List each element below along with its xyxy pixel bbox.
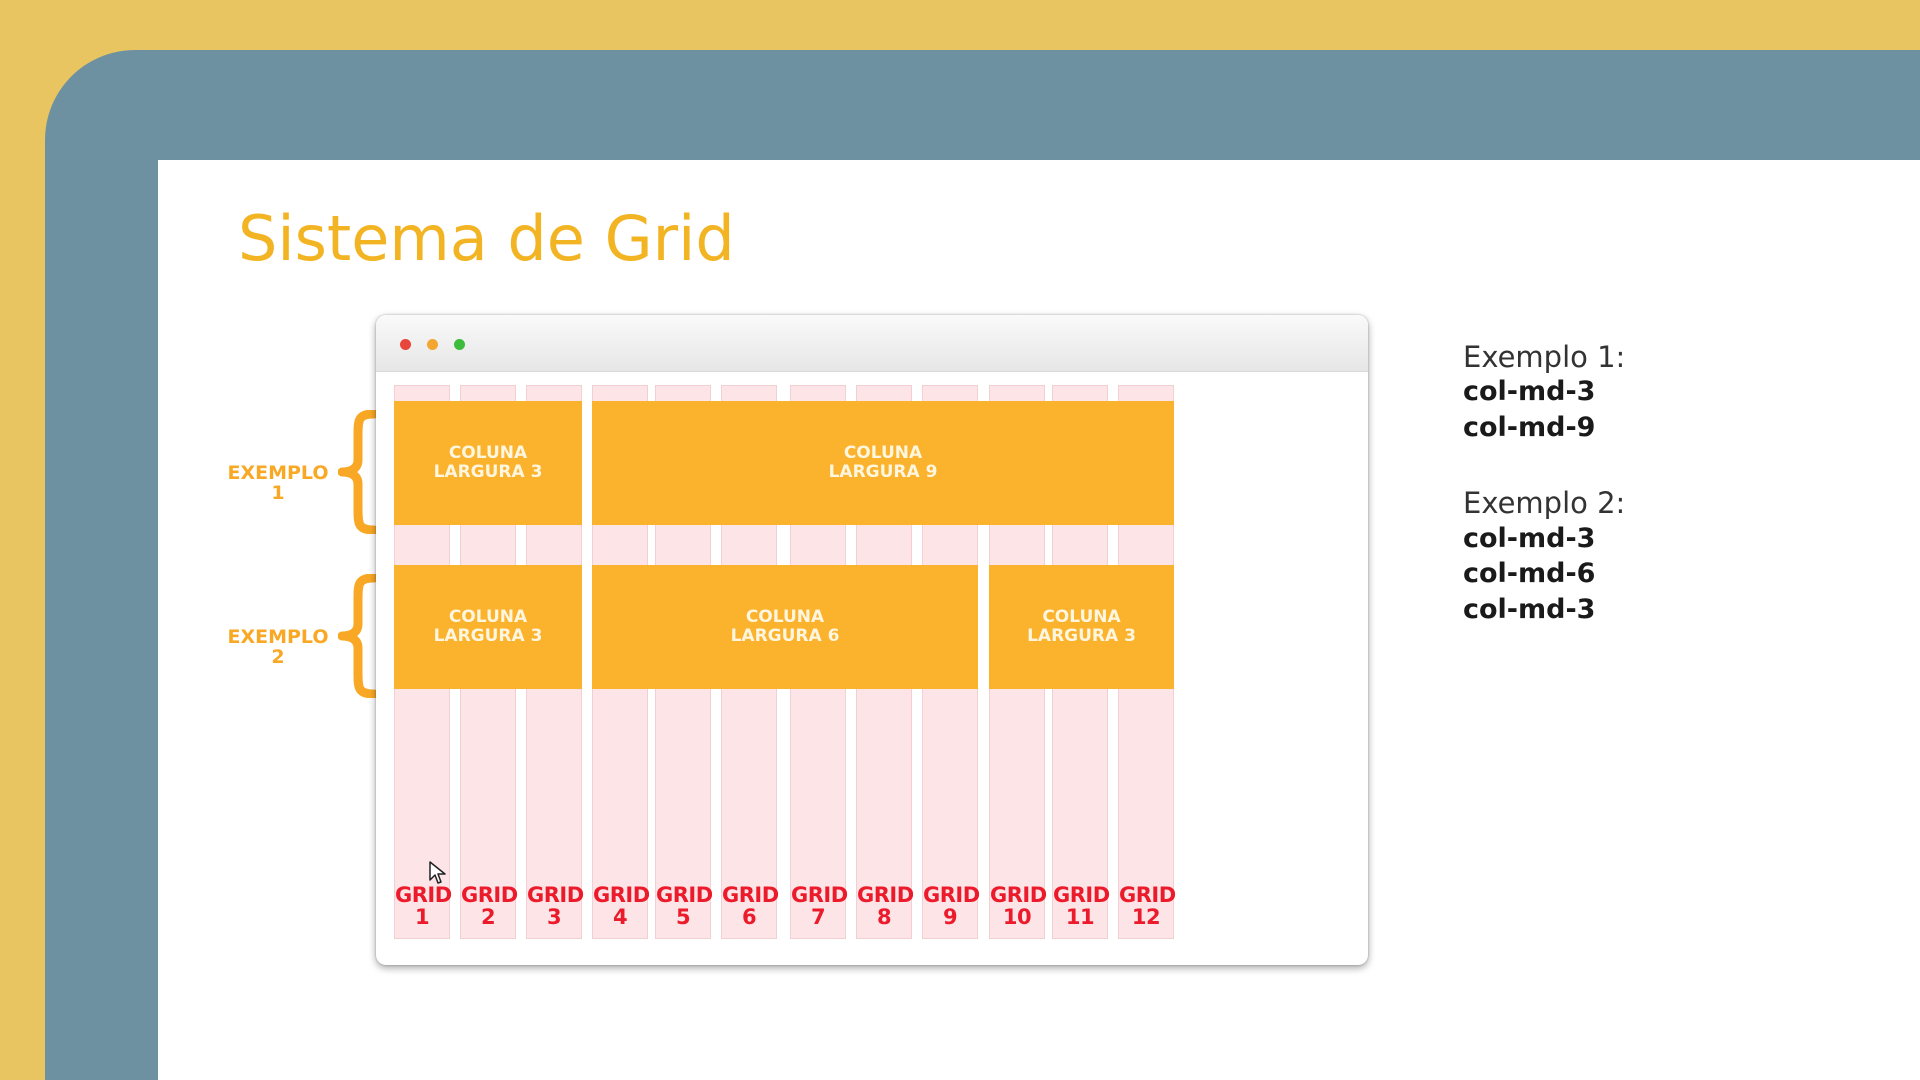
grid-column-label-text: GRID	[857, 883, 914, 907]
example-1-code-2: col-md-9	[1463, 412, 1596, 443]
grid-column-number: 8	[876, 905, 892, 929]
grid-column-number: 4	[612, 905, 628, 929]
grid-column-label-text: GRID	[527, 883, 584, 907]
example-2-brace-icon	[338, 574, 378, 698]
column-block-label-line2: LARGURA 3	[433, 626, 543, 646]
mouse-pointer-icon	[429, 861, 446, 884]
grid-column-number: 6	[741, 905, 757, 929]
grid-column-label: GRID 12	[1119, 883, 1176, 929]
example-2-label-line1: EXEMPLO	[227, 626, 329, 648]
grid-column-number: 3	[546, 905, 562, 929]
column-block-label-line1: COLUNA	[843, 443, 923, 463]
grid-column-label-text: GRID	[656, 883, 713, 907]
grid-column-label: GRID 8	[857, 883, 914, 929]
grid-column-label-text: GRID	[1119, 883, 1176, 907]
grid-column-number: 7	[810, 905, 826, 929]
column-block-label-line1: COLUNA	[745, 607, 825, 627]
grid-column-number: 11	[1065, 905, 1095, 929]
grid-column-label: GRID 4	[593, 883, 650, 929]
grid-column-label: GRID 7	[791, 883, 848, 929]
grid-area: GRID 1 GRID 2 GRID 3 GRID 4 GRID 5 GRID 6 GRID 7 GRID 8…	[376, 371, 1368, 965]
minimize-dot-icon	[427, 339, 438, 350]
column-block-label: COLUNA LARGURA 3	[1027, 608, 1136, 646]
grid-column-number: 9	[942, 905, 958, 929]
example-2-column-block: COLUNA LARGURA 6	[592, 565, 978, 689]
grid-column-number: 1	[414, 905, 430, 929]
grid-column-label: GRID 9	[923, 883, 980, 929]
example-2-column-block: COLUNA LARGURA 3	[394, 565, 582, 689]
grid-column-number: 10	[1002, 905, 1032, 929]
slide: Sistema de Grid EXEMPLO 1 EXEMPLO 2 GRID…	[158, 160, 1920, 1080]
slide-title: Sistema de Grid	[238, 202, 735, 275]
grid-column-label-text: GRID	[722, 883, 779, 907]
browser-window-mockup: GRID 1 GRID 2 GRID 3 GRID 4 GRID 5 GRID 6 GRID 7 GRID 8…	[376, 315, 1368, 965]
column-block-label-line1: COLUNA	[448, 607, 528, 627]
grid-column-label-text: GRID	[923, 883, 980, 907]
example-1-column-block: COLUNA LARGURA 9	[592, 401, 1174, 525]
maximize-dot-icon	[454, 339, 465, 350]
grid-column-number: 2	[480, 905, 496, 929]
grid-column-label-text: GRID	[395, 883, 452, 907]
grid-column-label: GRID 3	[527, 883, 584, 929]
column-block-label-line1: COLUNA	[448, 443, 528, 463]
grid-column-label: GRID 5	[656, 883, 713, 929]
grid-column-number: 5	[675, 905, 691, 929]
example-1-heading: Exemplo 1:	[1463, 340, 1626, 374]
grid-column-label: GRID 1	[395, 883, 452, 929]
example-2-code-2: col-md-6	[1463, 558, 1596, 589]
column-block-label: COLUNA LARGURA 3	[434, 608, 543, 646]
example-2-code-3: col-md-3	[1463, 594, 1596, 625]
grid-column-label: GRID 11	[1053, 883, 1110, 929]
close-dot-icon	[400, 339, 411, 350]
example-2-heading: Exemplo 2:	[1463, 486, 1626, 520]
column-block-label-line2: LARGURA 3	[433, 462, 543, 482]
grid-column-label: GRID 6	[722, 883, 779, 929]
grid-column-label-text: GRID	[1053, 883, 1110, 907]
example-2-label-line2: 2	[271, 646, 285, 668]
example-1-label: EXEMPLO 1	[224, 463, 332, 503]
column-block-label: COLUNA LARGURA 9	[829, 444, 938, 482]
grid-column-label: GRID 10	[990, 883, 1047, 929]
example-2-column-block: COLUNA LARGURA 3	[989, 565, 1174, 689]
column-block-label-line1: COLUNA	[1042, 607, 1121, 627]
example-1-label-line2: 1	[271, 482, 285, 504]
grid-column-number: 12	[1131, 905, 1161, 929]
column-block-label-line2: LARGURA 9	[828, 462, 938, 482]
column-block-label: COLUNA LARGURA 6	[731, 608, 840, 646]
grid-column-label-text: GRID	[791, 883, 848, 907]
column-block-label: COLUNA LARGURA 3	[434, 444, 543, 482]
grid-column-label-text: GRID	[593, 883, 650, 907]
example-1-brace-icon	[338, 410, 378, 534]
grid-column-label-text: GRID	[461, 883, 518, 907]
column-block-label-line2: LARGURA 6	[730, 626, 840, 646]
example-2-label: EXEMPLO 2	[224, 627, 332, 667]
example-2-code-1: col-md-3	[1463, 523, 1596, 554]
example-1-column-block: COLUNA LARGURA 3	[394, 401, 582, 525]
example-1-label-line1: EXEMPLO	[227, 462, 329, 484]
browser-titlebar	[376, 315, 1368, 372]
grid-column-label: GRID 2	[461, 883, 518, 929]
example-1-code-1: col-md-3	[1463, 376, 1596, 407]
column-block-label-line2: LARGURA 3	[1027, 626, 1136, 646]
grid-column-label-text: GRID	[990, 883, 1047, 907]
